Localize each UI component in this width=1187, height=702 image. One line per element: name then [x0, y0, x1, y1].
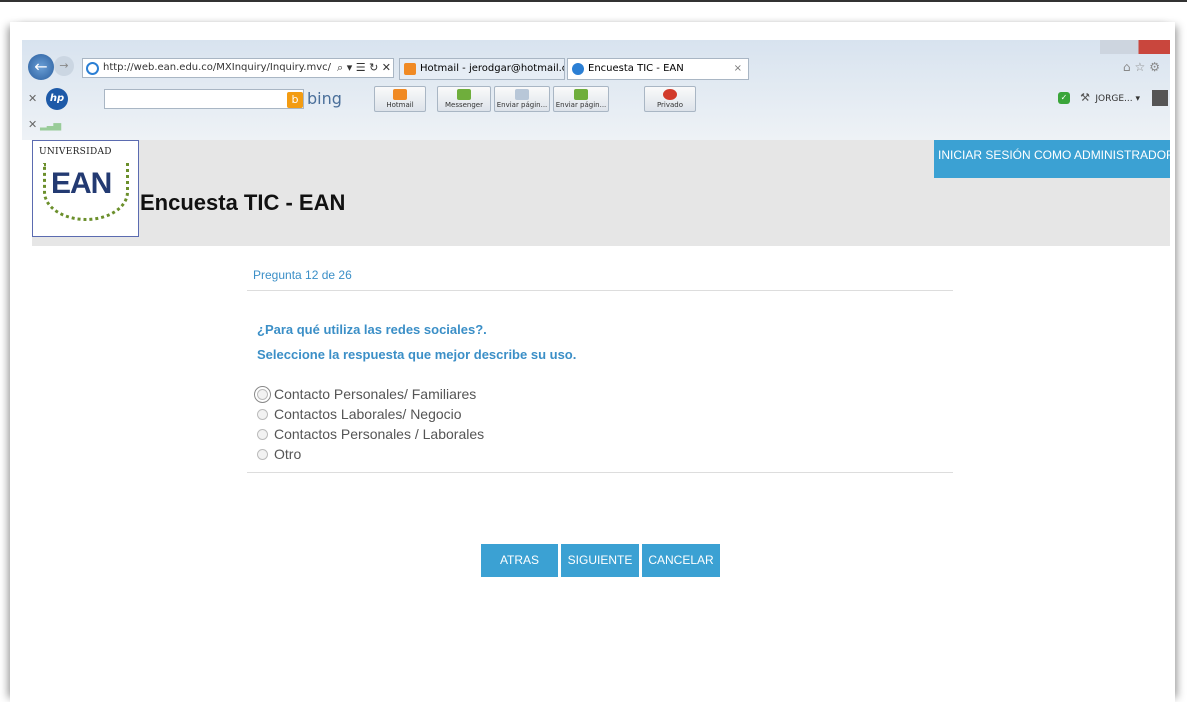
private-icon [663, 89, 677, 100]
close-toolbar-icon[interactable]: ✕ [28, 92, 37, 105]
messenger-button[interactable]: Messenger [437, 86, 491, 112]
ie-tab-icon [572, 63, 584, 75]
bing-search-button[interactable]: b bing [287, 90, 342, 112]
messenger-icon [574, 89, 588, 100]
option-other[interactable]: Otro [257, 444, 953, 464]
question-counter: Pregunta 12 de 26 [247, 268, 953, 291]
close-tab-icon[interactable]: × [734, 59, 742, 79]
send-page-button-2[interactable]: Enviar págin... [553, 86, 609, 112]
logo-university-text: UNIVERSIDAD [39, 147, 112, 157]
admin-login-button[interactable]: INICIAR SESIÓN COMO ADMINISTRADOR [934, 140, 1170, 178]
hotmail-icon [404, 63, 416, 75]
option-work-business[interactable]: Contactos Laborales/ Negocio [257, 404, 953, 424]
mail-icon [393, 89, 407, 100]
bing-icon: b [287, 91, 303, 108]
answer-options: Contacto Personales/ Familiares Contacto… [247, 384, 953, 473]
secondary-toolbar: ✕ ▂▃▅ [22, 116, 1170, 136]
radio-button[interactable] [257, 408, 268, 420]
question-instruction: Seleccione la respuesta que mejor descri… [257, 347, 577, 362]
private-button[interactable]: Privado [644, 86, 696, 112]
radio-button[interactable] [257, 448, 268, 460]
tab-label: Hotmail - jerodgar@hotmail.c... [420, 63, 565, 74]
address-text: http://web.ean.edu.co/MXInquiry/Inquiry.… [103, 62, 331, 73]
cancel-button[interactable]: CANCELAR [642, 544, 720, 577]
radio-button[interactable] [254, 385, 271, 403]
radio-button[interactable] [257, 428, 268, 440]
address-bar[interactable]: http://web.ean.edu.co/MXInquiry/Inquiry.… [82, 58, 394, 78]
forward-arrow-icon[interactable]: → [54, 56, 74, 76]
home-star-gear-icons[interactable]: ⌂☆⚙ [1123, 60, 1164, 74]
back-arrow-icon[interactable]: ← [28, 54, 54, 80]
action-buttons: ATRAS SIGUIENTE CANCELAR [481, 544, 720, 577]
question-text: ¿Para qué utiliza las redes sociales?. [257, 322, 487, 337]
signal-icon: ▂▃▅ [40, 120, 61, 131]
hp-toolbar: ✕ hp b bing Hotmail Messenger Enviar pági… [22, 84, 1170, 114]
tab-label: Encuesta TIC - EAN [588, 63, 684, 74]
messenger-icon [457, 89, 471, 100]
user-menu[interactable]: JORGE... ▾ [1095, 94, 1140, 104]
option-personal-family[interactable]: Contacto Personales/ Familiares [254, 384, 953, 404]
page-header: UNIVERSIDAD EAN Encuesta TIC - EAN INICI… [32, 140, 1170, 246]
browser-chrome: ← → http://web.ean.edu.co/MXInquiry/Inqu… [22, 40, 1170, 140]
toolbar-search-input[interactable] [104, 89, 304, 109]
back-button[interactable]: ATRAS [481, 544, 558, 577]
option-personal-work[interactable]: Contactos Personales / Laborales [257, 424, 953, 444]
hotmail-button[interactable]: Hotmail [374, 86, 426, 112]
hp-logo-icon[interactable]: hp [46, 88, 68, 110]
send-page-button[interactable]: Enviar págin... [494, 86, 550, 112]
address-controls[interactable]: ⌕ ▾ ☰ ↻ ✕ [337, 59, 391, 77]
shield-icon[interactable]: ✓ [1058, 92, 1070, 104]
ean-logo[interactable]: UNIVERSIDAD EAN [32, 140, 139, 237]
profile-icon[interactable] [1152, 90, 1168, 106]
page-icon [515, 89, 529, 100]
tab-encuesta[interactable]: Encuesta TIC - EAN × [567, 58, 749, 80]
page-title: Encuesta TIC - EAN [140, 190, 346, 215]
survey-question: Pregunta 12 de 26 ¿Para qué utiliza las … [247, 268, 953, 473]
window-controls[interactable] [1100, 40, 1170, 54]
next-button[interactable]: SIGUIENTE [561, 544, 639, 577]
logo-ean-text: EAN [51, 167, 112, 200]
wrench-icon[interactable]: ⚒ [1080, 91, 1090, 104]
tab-hotmail[interactable]: Hotmail - jerodgar@hotmail.c... [399, 58, 565, 80]
close-toolbar-icon[interactable]: ✕ [28, 118, 37, 131]
top-border [0, 0, 1187, 6]
ie-icon [86, 62, 99, 75]
